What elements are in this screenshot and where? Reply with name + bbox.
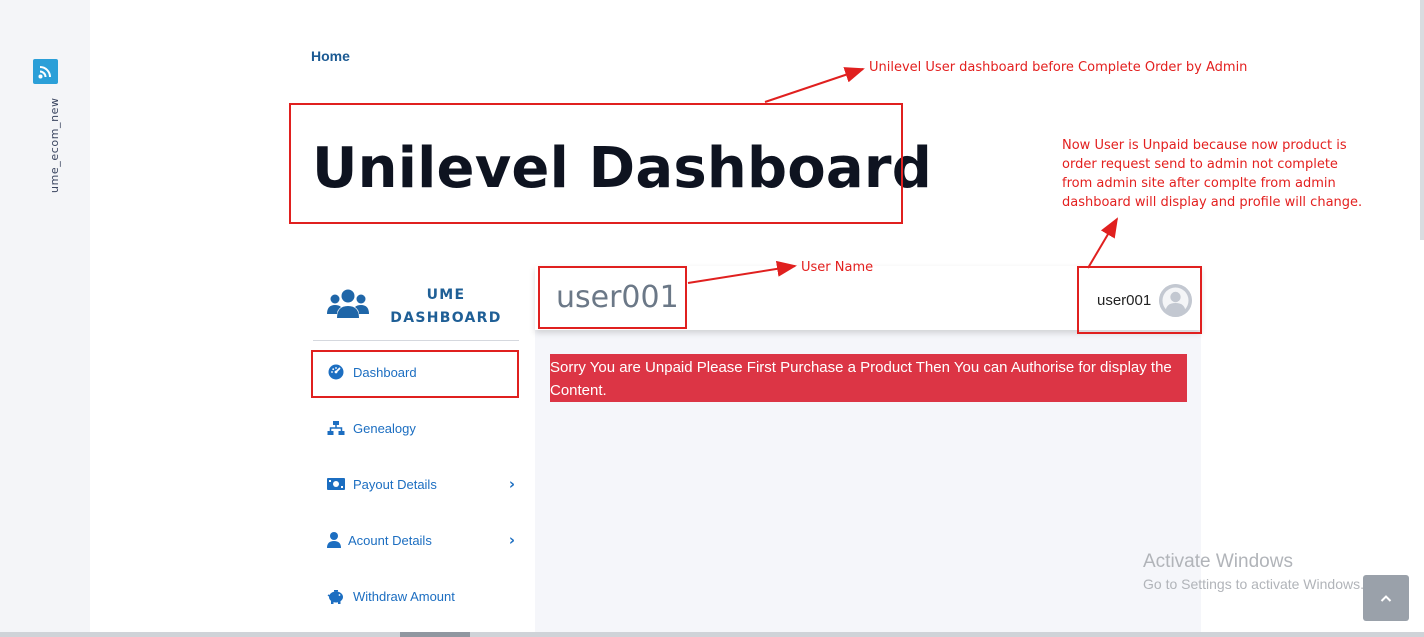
unpaid-alert: Sorry You are Unpaid Please First Purcha… — [550, 354, 1187, 402]
sidebar-item-genealogy[interactable]: Genealogy — [311, 408, 519, 448]
scrollbar-thumb[interactable] — [400, 632, 470, 637]
horizontal-scrollbar[interactable] — [0, 632, 1424, 637]
sidebar-divider — [313, 340, 519, 341]
left-strip: ume_ecom_new — [0, 0, 90, 637]
brand-line-1: UME — [426, 287, 466, 303]
watermark-title: Activate Windows — [1143, 551, 1293, 572]
money-bill-icon — [327, 476, 345, 492]
arrow-to-dashboard-note — [764, 67, 865, 103]
brand-line-2: DASHBOARD — [390, 310, 502, 326]
users-group-icon — [327, 288, 369, 320]
annotation-user-name-note: User Name — [801, 260, 874, 275]
annotation-box-title — [289, 103, 903, 224]
annotation-line: from admin site after complte from admin — [1062, 176, 1336, 191]
page-root: ume_ecom_new Home Unilevel Dashboard UME… — [0, 0, 1424, 637]
annotation-line: Now User is Unpaid because now product i… — [1062, 138, 1347, 153]
annotation-line: dashboard will display and profile will … — [1062, 195, 1363, 210]
sidebar-item-label: Genealogy — [353, 420, 416, 436]
annotation-box-username — [538, 266, 687, 329]
sitemap-icon — [327, 420, 345, 436]
annotation-dashboard-note: Unilevel User dashboard before Complete … — [869, 60, 1248, 75]
sidebar-item-acount-details[interactable]: Acount Details › — [311, 520, 519, 560]
watermark-subtitle: Go to Settings to activate Windows. — [1143, 576, 1364, 592]
annotation-unpaid-note: Now User is Unpaid because now product i… — [1062, 136, 1362, 212]
annotation-line: order request send to admin not complete — [1062, 157, 1338, 172]
sidebar: UME DASHBOARD Dashboard Genealogy Payout… — [311, 262, 519, 637]
sidebar-item-label: Payout Details — [353, 476, 437, 492]
arrow-to-unpaid-note — [1087, 217, 1119, 269]
brand-title[interactable]: UME DASHBOARD — [381, 284, 511, 330]
sidebar-item-label: Withdraw Amount — [353, 588, 455, 604]
annotation-box-profile — [1077, 266, 1202, 334]
piggy-bank-icon — [327, 588, 345, 604]
chevron-right-icon[interactable]: › — [509, 531, 515, 549]
sidebar-item-label: Acount Details — [348, 532, 432, 548]
breadcrumb-home[interactable]: Home — [311, 48, 350, 64]
user-icon — [327, 532, 341, 548]
wifi-signal-icon[interactable] — [33, 59, 58, 84]
annotation-box-dashboard — [311, 350, 519, 398]
chevron-up-icon — [1380, 595, 1392, 602]
scroll-top-button[interactable] — [1363, 575, 1409, 621]
sidebar-item-withdraw-amount[interactable]: Withdraw Amount — [311, 576, 519, 616]
scrollbar[interactable] — [1420, 0, 1424, 240]
sidebar-item-payout-details[interactable]: Payout Details › — [311, 464, 519, 504]
chevron-right-icon[interactable]: › — [509, 475, 515, 493]
site-name[interactable]: ume_ecom_new — [48, 97, 61, 193]
